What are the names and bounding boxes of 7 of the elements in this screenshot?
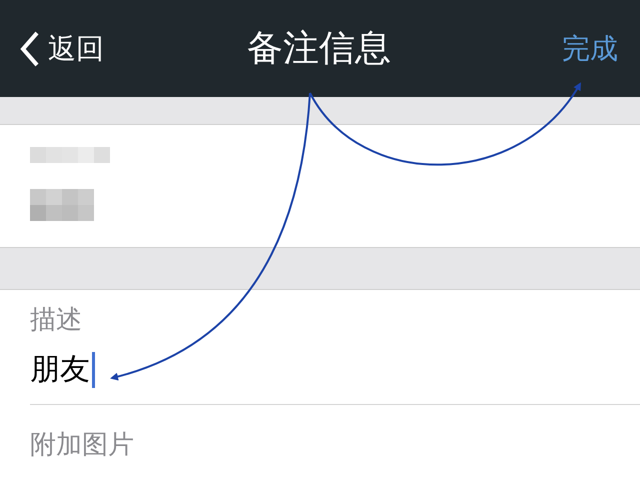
back-button[interactable]: 返回 [20, 30, 104, 68]
done-button[interactable]: 完成 [562, 30, 618, 68]
screen-title: 备注信息 [247, 27, 391, 71]
text-cursor-icon [92, 352, 95, 388]
description-label: 描述 [30, 304, 83, 337]
description-field[interactable]: 朋友 [30, 348, 610, 392]
back-chevron-icon [20, 30, 40, 66]
